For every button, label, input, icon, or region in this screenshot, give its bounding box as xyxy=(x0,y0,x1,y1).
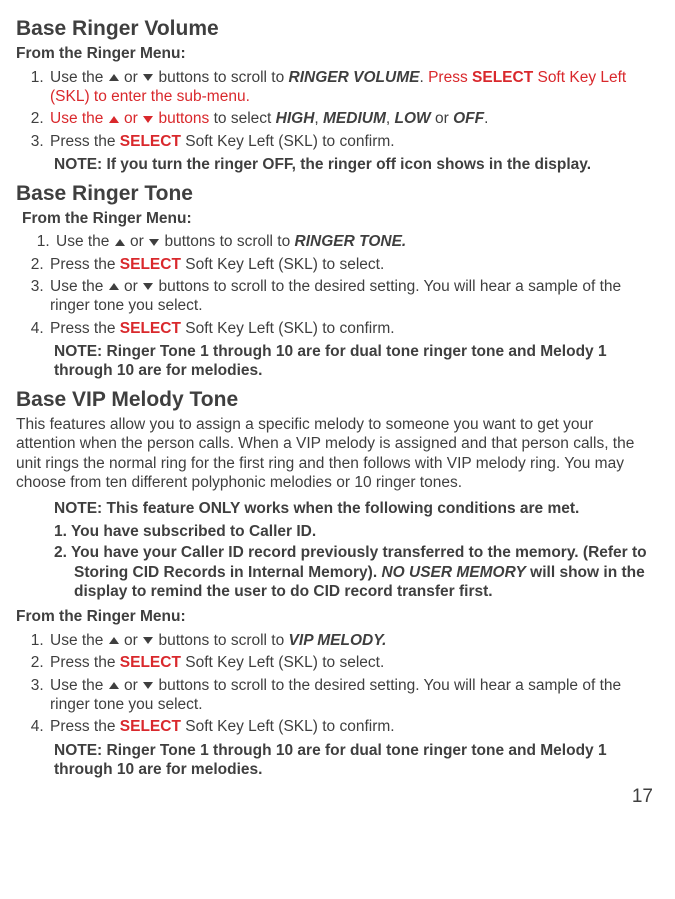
condition-2: 2. You have your Caller ID record previo… xyxy=(54,543,653,601)
down-arrow-icon xyxy=(143,74,153,81)
opt-high: HIGH xyxy=(276,110,315,127)
step: Use the or buttons to select HIGH, MEDIU… xyxy=(48,109,653,128)
step: Press the SELECT Soft Key Left (SKL) to … xyxy=(48,132,653,151)
subhead-ringer-menu-2: From the Ringer Menu: xyxy=(22,209,653,228)
text: Use the xyxy=(50,69,108,86)
note-ringer-tone: NOTE: Ringer Tone 1 through 10 are for d… xyxy=(54,342,653,381)
up-arrow-icon xyxy=(109,116,119,123)
text: , xyxy=(386,110,395,127)
text: . xyxy=(484,110,488,127)
heading-base-ringer-volume: Base Ringer Volume xyxy=(16,16,653,42)
term-vip-melody: VIP MELODY. xyxy=(289,632,387,649)
step: Press the SELECT Soft Key Left (SKL) to … xyxy=(48,717,653,736)
step: Use the or buttons to scroll to VIP MELO… xyxy=(48,631,653,650)
down-arrow-icon xyxy=(143,682,153,689)
down-arrow-icon xyxy=(143,637,153,644)
text: Use the xyxy=(56,233,114,250)
text: or xyxy=(120,632,142,649)
condition-1: 1. You have subscribed to Caller ID. xyxy=(54,522,653,541)
step: Use the or buttons to scroll to RINGER V… xyxy=(48,68,653,107)
step: Use the or buttons to scroll to RINGER T… xyxy=(54,232,653,251)
text: or xyxy=(120,278,142,295)
step: Use the or buttons to scroll to the desi… xyxy=(48,676,653,715)
opt-medium: MEDIUM xyxy=(323,110,386,127)
down-arrow-icon xyxy=(143,283,153,290)
text: Use the xyxy=(50,632,108,649)
text: or xyxy=(120,677,142,694)
text: or xyxy=(431,110,453,127)
up-arrow-icon xyxy=(109,682,119,689)
steps-vip-melody: Use the or buttons to scroll to VIP MELO… xyxy=(16,631,653,737)
text: buttons to scroll to xyxy=(154,632,288,649)
step: Press the SELECT Soft Key Left (SKL) to … xyxy=(48,319,653,338)
label-select: SELECT xyxy=(120,133,181,150)
term-ringer-volume: RINGER VOLUME xyxy=(289,69,420,86)
label-select: SELECT xyxy=(120,654,181,671)
label-select: SELECT xyxy=(120,256,181,273)
down-arrow-icon xyxy=(149,239,159,246)
text: buttons to scroll to xyxy=(154,69,288,86)
text: Press xyxy=(428,69,472,86)
subhead-ringer-menu-3: From the Ringer Menu: xyxy=(16,607,653,626)
heading-base-vip-melody: Base VIP Melody Tone xyxy=(16,387,653,413)
text: Use the xyxy=(50,278,108,295)
label-select: SELECT xyxy=(472,69,533,86)
text: Press the xyxy=(50,654,120,671)
opt-low: LOW xyxy=(395,110,431,127)
note-ringer-off: NOTE: If you turn the ringer OFF, the ri… xyxy=(54,155,653,174)
up-arrow-icon xyxy=(109,74,119,81)
text: Press the xyxy=(50,718,120,735)
text: Press the xyxy=(50,256,120,273)
up-arrow-icon xyxy=(115,239,125,246)
step: Use the or buttons to scroll to the desi… xyxy=(48,277,653,316)
down-arrow-icon xyxy=(143,116,153,123)
vip-description: This features allow you to assign a spec… xyxy=(16,415,653,493)
steps-ringer-volume: Use the or buttons to scroll to RINGER V… xyxy=(16,68,653,152)
text: Soft Key Left (SKL) to confirm. xyxy=(181,718,395,735)
label-select: SELECT xyxy=(120,320,181,337)
text: Use the xyxy=(50,677,108,694)
heading-base-ringer-tone: Base Ringer Tone xyxy=(16,181,653,207)
subhead-ringer-menu-1: From the Ringer Menu: xyxy=(16,44,653,63)
up-arrow-icon xyxy=(109,283,119,290)
note-conditions: NOTE: This feature ONLY works when the f… xyxy=(54,499,653,518)
term-ringer-tone: RINGER TONE. xyxy=(295,233,407,250)
text: or xyxy=(126,233,148,250)
label-select: SELECT xyxy=(120,718,181,735)
up-arrow-icon xyxy=(109,637,119,644)
text: . xyxy=(419,69,428,86)
page-number: 17 xyxy=(16,785,653,809)
text: 2. xyxy=(54,544,67,561)
note-vip-melody: NOTE: Ringer Tone 1 through 10 are for d… xyxy=(54,741,653,780)
text: Soft Key Left (SKL) to confirm. xyxy=(181,133,395,150)
step: Press the SELECT Soft Key Left (SKL) to … xyxy=(48,255,653,274)
opt-off: OFF xyxy=(453,110,484,127)
text: or xyxy=(120,69,142,86)
text: buttons xyxy=(154,110,209,127)
step: Press the SELECT Soft Key Left (SKL) to … xyxy=(48,653,653,672)
steps-ringer-tone-cont: Press the SELECT Soft Key Left (SKL) to … xyxy=(16,255,653,339)
text: Press the xyxy=(50,133,120,150)
text: Soft Key Left (SKL) to select. xyxy=(181,654,384,671)
text: Soft Key Left (SKL) to confirm. xyxy=(181,320,395,337)
text: Press the xyxy=(50,320,120,337)
steps-ringer-tone: Use the or buttons to scroll to RINGER T… xyxy=(16,232,653,251)
text: to select xyxy=(209,110,275,127)
text: buttons to scroll to xyxy=(160,233,294,250)
text: Soft Key Left (SKL) to select. xyxy=(181,256,384,273)
term-no-user-memory: NO USER MEMORY xyxy=(381,564,525,581)
text: , xyxy=(314,110,323,127)
text: or xyxy=(120,110,142,127)
text: Use the xyxy=(50,110,108,127)
